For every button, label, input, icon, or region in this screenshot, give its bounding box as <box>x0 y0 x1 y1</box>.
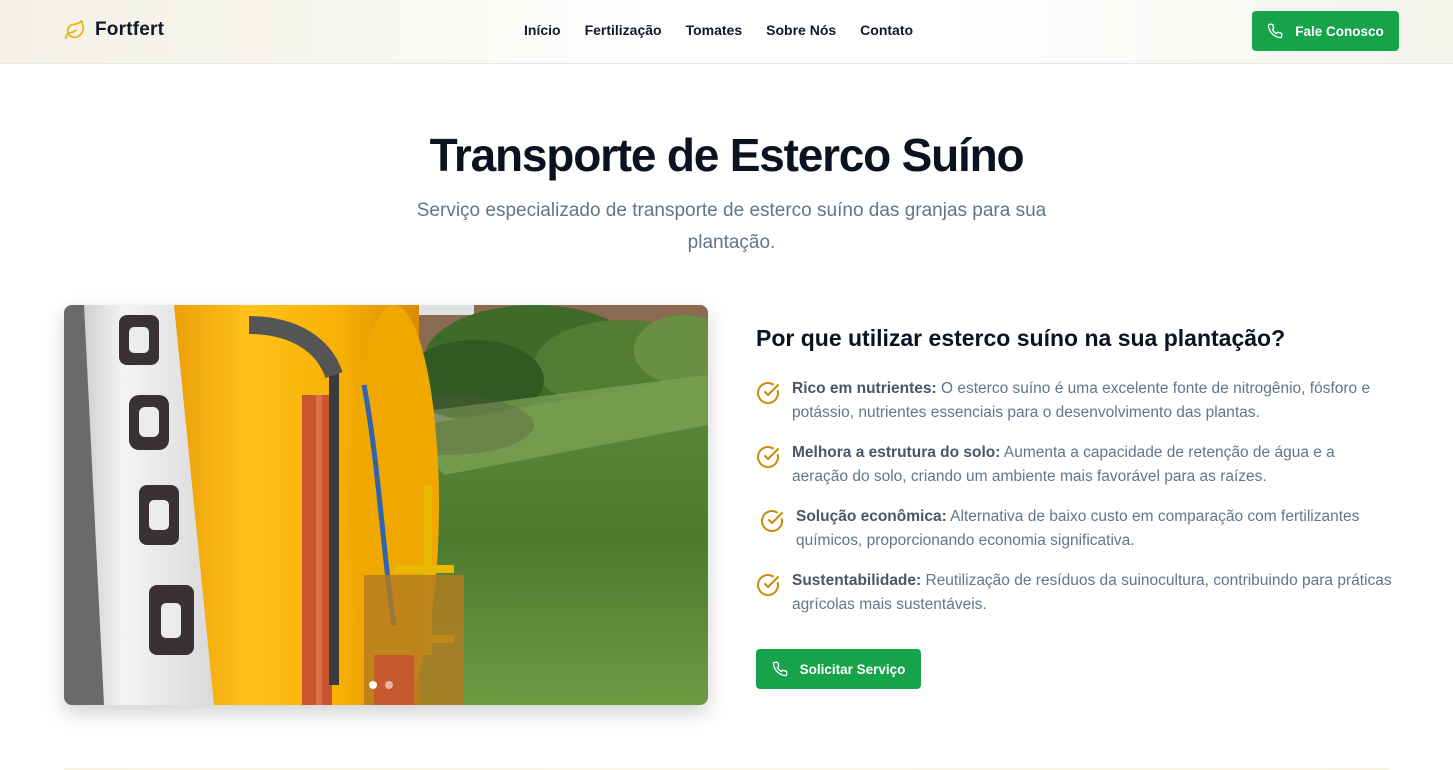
page-title: Transporte de Esterco Suíno <box>429 129 1025 181</box>
benefit-item: Sustentabilidade: Reutilização de resídu… <box>756 569 1392 617</box>
phone-icon <box>1267 23 1283 39</box>
site-header: Fortfert Início Fertilização Tomates Sob… <box>0 0 1453 64</box>
brand-logo[interactable]: Fortfert <box>64 19 164 41</box>
check-circle-icon <box>757 382 779 404</box>
benefit-item: Rico em nutrientes: O esterco suíno é um… <box>756 377 1392 425</box>
main-nav: Início Fertilização Tomates Sobre Nós Co… <box>524 22 913 38</box>
service-image-carousel[interactable] <box>64 305 708 705</box>
benefit-text: Rico em nutrientes: O esterco suíno é um… <box>792 377 1392 425</box>
check-circle-icon <box>757 574 779 596</box>
page-subtitle: Serviço especializado de transporte de e… <box>416 200 1047 253</box>
carousel-dot-2[interactable] <box>385 681 393 689</box>
benefit-item: Melhora a estrutura do solo: Aumenta a c… <box>756 441 1392 489</box>
brand-name: Fortfert <box>95 19 165 40</box>
benefits-title: Por que utilizar esterco suíno na sua pl… <box>756 325 1286 351</box>
benefit-label: Melhora a estrutura do solo: <box>792 444 1001 461</box>
request-service-button[interactable]: Solicitar Serviço <box>756 649 921 689</box>
benefit-label: Sustentabilidade: <box>792 572 922 589</box>
benefit-text: Solução econômica: Alternativa de baixo … <box>796 505 1392 553</box>
carousel-indicators <box>369 681 393 689</box>
nav-item-tomates[interactable]: Tomates <box>686 22 743 38</box>
check-circle-icon <box>761 510 783 532</box>
benefit-label: Rico em nutrientes: <box>792 380 937 397</box>
slurry-tanker-image <box>64 305 708 705</box>
benefit-text: Melhora a estrutura do solo: Aumenta a c… <box>792 441 1392 489</box>
phone-icon <box>772 661 787 677</box>
nav-item-contato[interactable]: Contato <box>860 22 913 38</box>
benefit-text: Sustentabilidade: Reutilização de resídu… <box>792 569 1392 617</box>
request-service-label: Solicitar Serviço <box>799 661 906 677</box>
nav-item-sobre-nos[interactable]: Sobre Nós <box>766 22 836 38</box>
contact-button[interactable]: Fale Conosco <box>1252 11 1399 51</box>
leaf-icon <box>65 20 85 40</box>
carousel-dot-1[interactable] <box>369 681 377 689</box>
benefit-item: Solução econômica: Alternativa de baixo … <box>760 505 1392 553</box>
contact-button-label: Fale Conosco <box>1295 23 1384 39</box>
nav-item-fertilizacao[interactable]: Fertilização <box>585 22 662 38</box>
check-circle-icon <box>757 446 779 468</box>
nav-item-inicio[interactable]: Início <box>524 22 561 38</box>
benefit-label: Solução econômica: <box>796 508 947 525</box>
